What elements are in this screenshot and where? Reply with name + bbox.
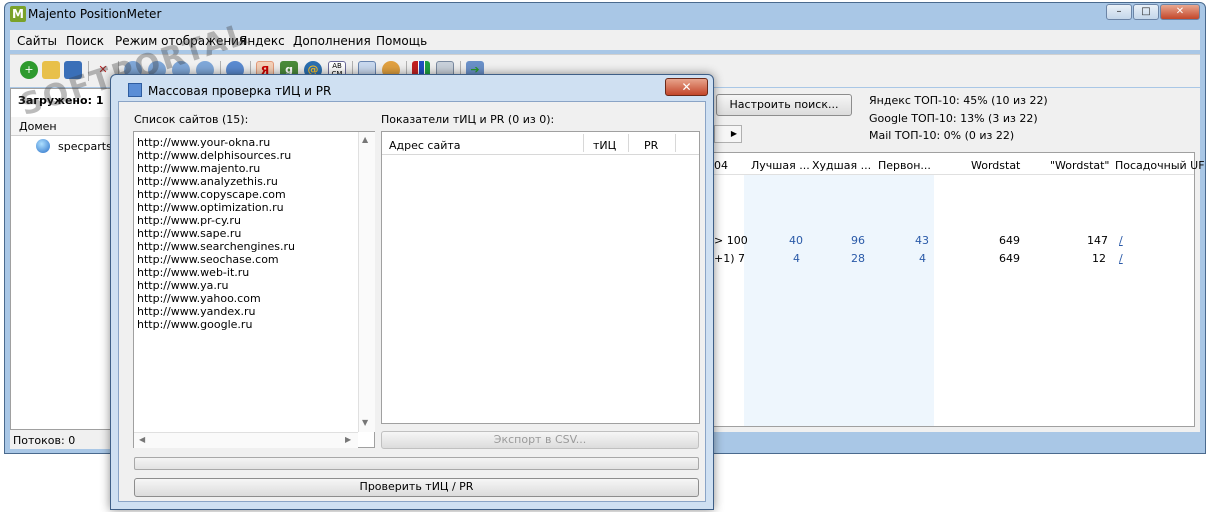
results-col-pr[interactable]: PR <box>644 139 658 152</box>
google-top10-stat: Google ТОП-10: 13% (3 из 22) <box>869 112 1038 125</box>
site-item[interactable]: http://www.copyscape.com <box>137 188 286 201</box>
grid-header-wordstat-exact[interactable]: "Wordstat" <box>1050 159 1110 172</box>
grid-cell-position: > 100 <box>714 234 748 247</box>
grid-header-worst[interactable]: Худшая ... <box>812 159 871 172</box>
site-item[interactable]: http://www.yandex.ru <box>137 305 255 318</box>
results-label: Показатели тИЦ и PR (0 из 0): <box>381 113 555 126</box>
scroll-up-arrow-icon[interactable]: ▲ <box>362 135 368 144</box>
site-item[interactable]: http://www.sape.ru <box>137 227 241 240</box>
sites-horizontal-scrollbar[interactable] <box>134 432 358 448</box>
site-item[interactable]: http://www.pr-cy.ru <box>137 214 241 227</box>
threads-status: Потоков: 0 <box>13 434 76 447</box>
app-logo-icon: M <box>10 6 26 22</box>
grid-cell-worst: 96 <box>851 234 865 247</box>
site-item[interactable]: http://www.seochase.com <box>137 253 279 266</box>
site-item[interactable]: http://www.optimization.ru <box>137 201 284 214</box>
window-title: Majento PositionMeter <box>28 7 162 21</box>
dialog-close-button[interactable]: ✕ <box>665 78 708 96</box>
column-divider <box>675 134 676 152</box>
sites-list-label: Список сайтов (15): <box>134 113 249 126</box>
check-tic-pr-button[interactable]: Проверить тИЦ / PR <box>134 478 699 497</box>
export-csv-button[interactable]: Экспорт в CSV... <box>381 431 699 449</box>
sites-vertical-scrollbar[interactable] <box>358 132 375 432</box>
site-item[interactable]: http://www.google.ru <box>137 318 252 331</box>
site-item[interactable]: http://www.majento.ru <box>137 162 260 175</box>
grid-cell-landing-link[interactable]: / <box>1119 252 1123 265</box>
menu-search[interactable]: Поиск <box>66 34 104 48</box>
scroll-down-arrow-icon[interactable]: ▼ <box>362 418 368 427</box>
grid-cell-landing-link[interactable]: / <box>1119 234 1123 247</box>
site-item[interactable]: http://www.yahoo.com <box>137 292 261 305</box>
grid-cell-best: 4 <box>793 252 800 265</box>
site-item[interactable]: http://www.ya.ru <box>137 279 228 292</box>
close-button[interactable]: ✕ <box>1160 4 1200 20</box>
results-table[interactable] <box>381 131 700 424</box>
configure-search-button[interactable]: Настроить поиск... <box>716 94 852 116</box>
progress-bar <box>134 457 699 470</box>
grid-header-best[interactable]: Лучшая ... <box>751 159 810 172</box>
mail-top10-stat: Mail ТОП-10: 0% (0 из 22) <box>869 129 1015 142</box>
site-item[interactable]: http://www.searchengines.ru <box>137 240 295 253</box>
grid-cell-worst: 28 <box>851 252 865 265</box>
site-item[interactable]: http://www.your-okna.ru <box>137 136 270 149</box>
menu-sites[interactable]: Сайты <box>17 34 57 48</box>
results-col-url[interactable]: Адрес сайта <box>389 139 461 152</box>
column-divider <box>628 134 629 152</box>
grid-cell-wordstat-exact: 12 <box>1092 252 1106 265</box>
grid-cell-wordstat-exact: 147 <box>1087 234 1108 247</box>
minimize-button[interactable]: – <box>1106 4 1132 20</box>
grid-header-col[interactable]: 04 <box>714 159 728 172</box>
grid-header-initial[interactable]: Первон... <box>878 159 931 172</box>
grid-cell-initial: 4 <box>919 252 926 265</box>
scroll-right-arrow-icon[interactable]: ▶ <box>345 435 351 444</box>
grid-header-landing-url[interactable]: Посадочный UF <box>1115 159 1205 172</box>
add-icon[interactable]: + <box>20 61 38 79</box>
grid-cell-wordstat: 649 <box>999 234 1020 247</box>
site-item[interactable]: http://www.delphisources.ru <box>137 149 291 162</box>
site-item[interactable]: http://www.analyzethis.ru <box>137 175 278 188</box>
grid-cell-best: 40 <box>789 234 803 247</box>
grid-cell-initial: 43 <box>915 234 929 247</box>
yandex-top10-stat: Яндекс ТОП-10: 45% (10 из 22) <box>869 94 1048 107</box>
scroll-right-arrow-icon[interactable]: ▶ <box>714 125 742 143</box>
grid-highlight-columns <box>744 153 934 426</box>
results-col-tic[interactable]: тИЦ <box>593 139 616 152</box>
scroll-left-arrow-icon[interactable]: ◀ <box>139 435 145 444</box>
menu-addons[interactable]: Дополнения <box>293 34 371 48</box>
site-item[interactable]: http://www.web-it.ru <box>137 266 249 279</box>
grid-cell-wordstat: 649 <box>999 252 1020 265</box>
dialog-title: Массовая проверка тИЦ и PR <box>148 84 332 98</box>
grid-cell-position: +1) 7 <box>714 252 746 265</box>
globe-icon <box>36 139 50 153</box>
menu-help[interactable]: Помощь <box>376 34 427 48</box>
grid-header-wordstat[interactable]: Wordstat <box>971 159 1020 172</box>
domain-column-label: Домен <box>19 120 57 133</box>
maximize-button[interactable]: □ <box>1133 4 1159 20</box>
dialog-icon <box>128 83 142 97</box>
column-divider <box>583 134 584 152</box>
